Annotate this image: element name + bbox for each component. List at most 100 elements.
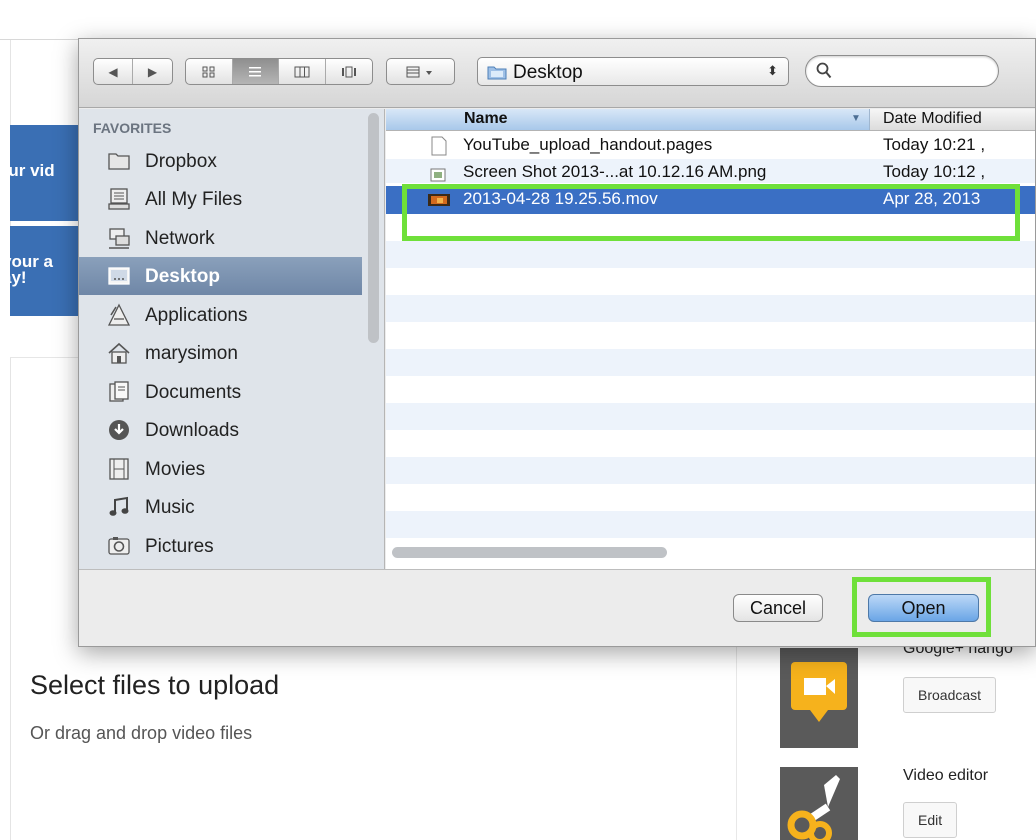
network-icon [109,228,130,249]
all-files-icon [108,188,130,210]
empty-row [386,268,1035,295]
desktop-folder-icon [487,66,507,80]
sidebar-item-downloads[interactable]: Downloads [79,411,362,449]
open-button[interactable]: Open [868,594,979,622]
location-label: Desktop [513,62,583,83]
empty-row [386,457,1035,484]
column-divider [736,640,737,840]
file-row-selected[interactable]: 2013-04-28 19.25.56.mov Apr 28, 2013 [386,186,1035,214]
search-field[interactable] [805,55,999,87]
promo-banner-left-1[interactable]: our vid [10,125,80,221]
sidebar-item-applications[interactable]: Applications [79,296,362,334]
empty-row [386,214,1035,241]
promo-banner-text: your a ay! [10,252,54,287]
cancel-button[interactable]: Cancel [733,594,823,622]
image-file-icon [430,168,446,182]
empty-row [386,349,1035,376]
file-name: YouTube_upload_handout.pages [463,135,713,154]
home-icon [108,342,130,364]
sidebar-item-documents[interactable]: Documents [79,373,362,411]
column-header-date-modified[interactable]: Date Modified [883,110,982,128]
file-row[interactable]: Screen Shot 2013-...at 10.12.16 AM.png T… [386,159,1035,183]
page-left-panel [10,316,80,358]
file-name: 2013-04-28 19.25.56.mov [463,189,658,208]
column-header-name[interactable]: Name ▼ [386,109,870,130]
document-file-icon [431,136,447,156]
empty-row [386,484,1035,511]
empty-row [386,403,1035,430]
sidebar-item-label: Movies [145,459,206,480]
sidebar-item-dropbox[interactable]: Dropbox [79,142,362,180]
empty-row [386,511,1035,538]
movie-file-icon [428,194,450,206]
movies-icon [109,458,129,480]
sidebar-item-movies[interactable]: Movies [79,450,362,488]
dialog-toolbar: ◀ ▶ Desktop ⬍ [79,39,1035,108]
sidebar-item-label: Music [145,497,195,518]
sidebar-item-all-my-files[interactable]: All My Files [79,180,362,218]
music-icon [109,496,129,516]
search-icon [816,62,832,79]
sidebar-item-label: Network [145,228,215,249]
file-date: Apr 28, 2013 [883,189,981,208]
history-buttons: ◀ ▶ [93,58,173,85]
scissors-icon [780,767,858,840]
upload-title[interactable]: Select files to upload [30,670,279,701]
forward-arrow-icon[interactable]: ▶ [133,59,172,84]
sidebar-item-label: Applications [145,305,248,326]
list-view-icon[interactable] [232,59,279,84]
sidebar-item-desktop[interactable]: Desktop [79,257,362,295]
search-input[interactable] [838,61,988,81]
sidebar-item-network[interactable]: Network [79,219,362,257]
arrange-grid-icon [387,59,454,84]
icon-view-icon[interactable] [186,59,233,84]
edit-button[interactable]: Edit [903,802,958,838]
applications-icon [107,303,131,326]
horizontal-scrollbar[interactable] [392,547,667,558]
open-file-dialog: ◀ ▶ Desktop ⬍ FAVORITES Dropbox All My F… [78,38,1036,647]
sidebar-item-label: Dropbox [145,151,217,172]
sidebar-item-label: Downloads [145,420,239,441]
file-date: Today 10:12 , [883,162,986,181]
video-editor-title: Video editor [903,767,989,784]
sidebar-item-label: Desktop [145,266,220,287]
sidebar-scrollbar[interactable] [368,113,379,343]
column-header-label: Name [464,110,508,127]
downloads-icon [109,420,129,440]
view-mode-buttons [185,58,373,85]
file-name: Screen Shot 2013-...at 10.12.16 AM.png [463,162,767,181]
folder-icon [108,153,130,170]
promo-banner-text: our vid [10,161,55,180]
dialog-button-bar: Cancel Open [79,569,1035,646]
pictures-icon [108,537,130,555]
broadcast-button[interactable]: Broadcast [903,677,997,713]
file-row[interactable]: YouTube_upload_handout.pages Today 10:21… [386,132,1035,159]
sidebar-item-label: Pictures [145,536,214,557]
favorites-heading: FAVORITES [93,120,172,136]
favorites-sidebar: FAVORITES Dropbox All My Files Network D… [79,109,385,569]
back-arrow-icon[interactable]: ◀ [94,59,134,84]
empty-row [386,241,1035,268]
empty-row [386,430,1035,457]
file-list-header: Name ▼ Date Modified [386,109,1035,131]
upload-subtitle: Or drag and drop video files [30,723,253,743]
hangout-camera-icon [780,648,858,748]
page-top-bar [0,0,1036,40]
sidebar-item-label: marysimon [145,343,238,364]
sidebar-item-label: All My Files [145,189,243,210]
empty-row [386,322,1035,349]
desktop-icon [108,267,130,285]
sidebar-item-marysimon[interactable]: marysimon [79,334,362,372]
cover-flow-icon[interactable] [326,59,372,84]
empty-row [386,295,1035,322]
arrange-menu-button[interactable] [386,58,455,85]
location-popup[interactable]: Desktop ⬍ [477,57,789,86]
sort-indicator-icon: ▼ [851,113,861,124]
sidebar-item-music[interactable]: Music [79,488,362,526]
file-date: Today 10:21 , [883,135,986,154]
promo-banner-left-2[interactable]: your a ay! [10,226,80,316]
sidebar-item-pictures[interactable]: Pictures [79,527,362,565]
file-list: Name ▼ Date Modified YouTube_upload_hand… [386,109,1035,569]
column-view-icon[interactable] [279,59,326,84]
popup-arrows-icon: ⬍ [767,63,778,78]
